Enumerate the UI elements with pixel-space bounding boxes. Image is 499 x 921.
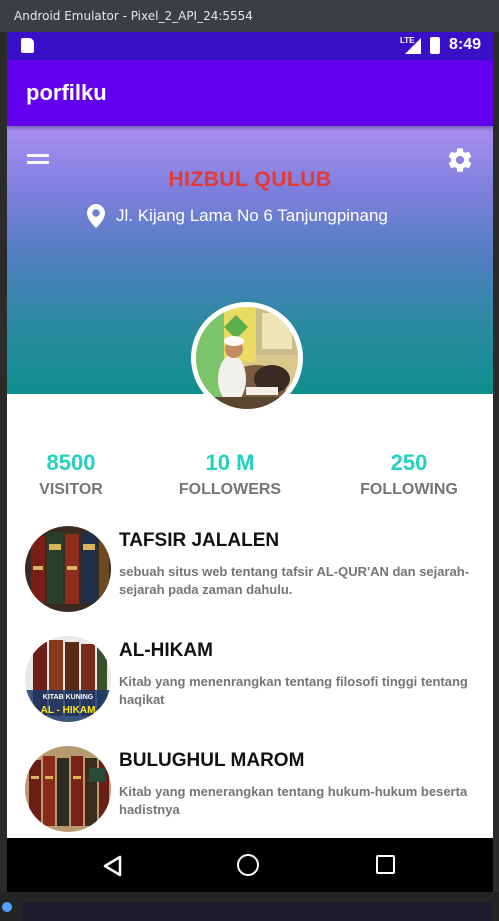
item-title: AL-HIKAM <box>119 640 213 661</box>
taskbar <box>0 892 499 921</box>
stats-row: 8500 VISITOR 10 M FOLLOWERS 250 FOLLOWIN… <box>7 450 493 510</box>
item-title: TAFSIR JALALEN <box>119 530 280 551</box>
sd-card-icon <box>21 38 34 53</box>
avatar-photo <box>196 307 298 409</box>
profile-address: Jl. Kijang Lama No 6 Tanjungpinang <box>116 206 388 225</box>
menu-icon[interactable] <box>27 154 49 168</box>
emulator-window: Android Emulator - Pixel_2_API_24:5554 L… <box>0 0 499 921</box>
profile-name: HIZBUL QULUB <box>168 168 332 191</box>
avatar[interactable] <box>191 302 303 414</box>
stat-visitor: 8500 VISITOR <box>7 450 141 499</box>
stat-value: 250 <box>390 450 428 475</box>
clock: 8:49 <box>449 36 482 53</box>
app-bar: porfilku <box>7 60 493 126</box>
stat-value: 10 M <box>205 450 255 475</box>
battery-icon <box>430 37 440 54</box>
taskbar-area <box>22 902 492 921</box>
taskbar-icon[interactable] <box>2 902 12 912</box>
status-bar: LTE 8:49 <box>7 32 493 60</box>
thumbnail-caption: KITAB KUNING <box>43 694 94 701</box>
list-item[interactable]: TAFSIR JALALEN sebuah situs web tentang … <box>7 526 493 626</box>
phone-screen: LTE 8:49 porfilku HIZBUL QULUB Jl. Kijan… <box>7 32 493 892</box>
stat-label: FOLLOWERS <box>178 481 282 498</box>
list-item[interactable]: KITAB KUNING AL - HIKAM AL-HIKAM Kitab y… <box>7 636 493 736</box>
stat-followers: 10 M FOLLOWERS <box>160 450 300 499</box>
book-thumbnail: KITAB KUNING AL - HIKAM <box>25 636 111 722</box>
home-icon[interactable] <box>237 854 259 876</box>
location-pin-icon <box>87 204 105 228</box>
window-title: Android Emulator - Pixel_2_API_24:5554 <box>0 0 499 32</box>
item-description: Kitab yang menerangkan tentang hukum-huk… <box>119 784 468 817</box>
back-icon[interactable] <box>103 855 123 877</box>
network-type: LTE <box>400 36 415 45</box>
recent-apps-icon[interactable] <box>376 855 395 874</box>
book-thumbnail <box>25 746 111 832</box>
app-title: porfilku <box>26 80 107 105</box>
stat-label: FOLLOWING <box>360 481 458 498</box>
stat-label: VISITOR <box>39 481 103 498</box>
navigation-bar <box>7 838 493 892</box>
item-title: BULUGHUL MAROM <box>119 750 305 771</box>
stat-following: 250 FOLLOWING <box>339 450 479 499</box>
stat-value: 8500 <box>46 450 96 475</box>
book-thumbnail <box>25 526 111 612</box>
item-description: sebuah situs web tentang tafsir AL-QUR'A… <box>119 564 470 597</box>
item-description: Kitab yang menenrangkan tentang filosofi… <box>119 674 468 707</box>
thumbnail-caption: AL - HIKAM <box>41 705 96 716</box>
list-item[interactable]: BULUGHUL MAROM Kitab yang menerangkan te… <box>7 746 493 846</box>
